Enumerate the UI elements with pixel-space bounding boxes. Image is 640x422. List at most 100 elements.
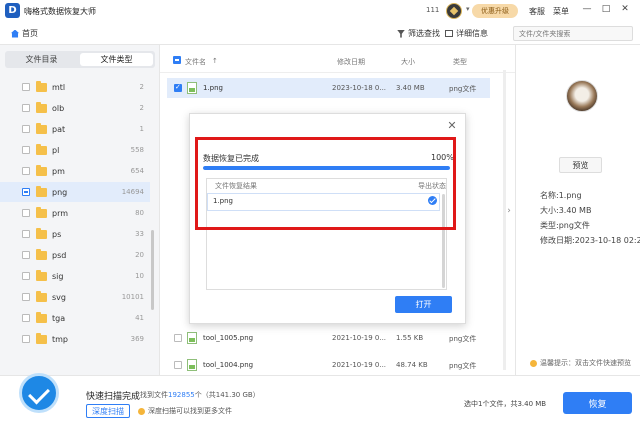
tree-count: 369 [130,335,144,343]
tree-count: 41 [135,314,144,322]
tree-checkbox[interactable] [22,230,30,238]
scan-status-title: 快速扫描完成 [86,392,141,402]
tree-label: pl [52,145,60,155]
tree-item-mtl[interactable]: mtl 2 [0,77,150,97]
folder-icon [36,311,47,323]
panel-tabs: 文件目录 文件类型 [5,51,155,68]
tree-checkbox[interactable] [22,167,30,175]
vip-badge-icon[interactable] [446,3,462,19]
tree-checkbox[interactable] [22,335,30,343]
maximize-button[interactable]: □ [600,4,612,14]
tree-checkbox[interactable] [22,104,30,112]
folder-icon [36,290,47,302]
tree-checkbox[interactable] [22,314,30,322]
folder-icon [36,206,47,218]
upgrade-button[interactable]: 优惠升级 [472,4,518,18]
preview-button[interactable]: 预览 [559,157,602,173]
folder-icon [36,269,47,281]
open-button[interactable]: 打开 [395,296,452,313]
detail-button[interactable]: 详细信息 [445,28,488,39]
tree-item-png[interactable]: png 14694 [0,182,150,202]
tree-label: tmp [52,334,69,344]
tree-label: mtl [52,82,66,92]
credit-count: 111 [426,6,440,14]
tree-count: 1 [139,125,144,133]
scan-stats: 找到文件192855个（共141.30 GB） [140,390,260,400]
tree-item-psd[interactable]: psd 20 [0,245,150,265]
tree-label: olb [52,103,65,113]
tree-checkbox[interactable] [22,125,30,133]
tree-item-olb[interactable]: olb 2 [0,98,150,118]
app-title: 嗨格式数据恢复大师 [24,7,96,16]
tree-label: tga [52,313,66,323]
tree-item-pm[interactable]: pm 654 [0,161,150,181]
bulb-icon [138,407,145,415]
found-count: 192855 [168,391,195,399]
minimize-button[interactable]: — [581,4,593,14]
preview-tip: 温馨提示：双击文件快速预览 [530,358,631,368]
tree-item-svg[interactable]: svg 10101 [0,287,150,307]
tree-count: 33 [135,230,144,238]
search-input[interactable] [519,30,619,38]
tree-item-sig[interactable]: sig 10 [0,266,150,286]
selection-status: 选中1个文件，共3.40 MB [464,400,547,408]
folder-icon [36,164,47,176]
menu-link[interactable]: 菜单 [553,6,569,17]
chevron-down-icon[interactable]: ▾ [466,5,470,13]
title-bar: D 嗨格式数据恢复大师 111 ▾ 优惠升级 客服 菜单 — □ ✕ [0,0,640,22]
meta-modified: 修改日期:2023-10-18 02:2... [540,236,640,245]
tree-count: 654 [130,167,144,175]
tree-item-ps[interactable]: ps 33 [0,224,150,244]
tab-file-type[interactable]: 文件类型 [80,53,153,66]
found-suffix: 个（共141.30 GB） [194,391,260,399]
tree-checkbox[interactable] [22,293,30,301]
check-circle-icon [19,373,59,413]
home-button[interactable]: 首页 [11,28,38,39]
folder-icon [36,227,47,239]
image-thumbnail [566,80,598,112]
tree-item-prm[interactable]: prm 80 [0,203,150,223]
annotation-frame [195,137,456,230]
tab-file-directory[interactable]: 文件目录 [5,51,78,68]
tree-count: 20 [135,251,144,259]
tree-count: 2 [139,83,144,91]
tree-label: psd [52,250,67,260]
tree-label: pat [52,124,66,134]
tip-text: 温馨提示：双击文件快速预览 [540,359,631,367]
recover-button[interactable]: 恢复 [563,392,632,414]
home-label: 首页 [22,29,38,38]
tree-checkbox[interactable] [22,272,30,280]
deep-scan-tip: 深度扫描可以找到更多文件 [138,406,232,416]
folder-icon [36,101,47,113]
tree-label: prm [52,208,69,218]
tree-label: sig [52,271,64,281]
tree-count: 14694 [121,188,144,196]
dialog-close-icon[interactable]: ✕ [446,120,458,132]
left-scrollbar[interactable] [151,230,154,310]
close-button[interactable]: ✕ [619,4,631,14]
tree-checkbox[interactable] [22,83,30,91]
tree-item-tga[interactable]: tga 41 [0,308,150,328]
meta-name: 名称:1.png [540,191,582,200]
bulb-icon [530,359,537,367]
filter-button[interactable]: 筛选查找 [397,28,440,39]
folder-icon [36,332,47,344]
tree-item-pat[interactable]: pat 1 [0,119,150,139]
tree-checkbox[interactable] [22,209,30,217]
folder-icon [36,248,47,260]
list-icon [445,30,453,37]
tree-checkbox[interactable] [22,251,30,259]
folder-icon [36,143,47,155]
tree-checkbox[interactable] [22,188,30,196]
home-icon [11,29,19,38]
folder-icon [36,80,47,92]
filter-icon [397,29,405,38]
tree-item-pl[interactable]: pl 558 [0,140,150,160]
tree-count: 2 [139,104,144,112]
tree-item-tmp[interactable]: tmp 369 [0,329,150,349]
tree-label: ps [52,229,62,239]
tree-checkbox[interactable] [22,146,30,154]
search-box[interactable] [513,26,633,41]
service-link[interactable]: 客服 [529,6,545,17]
deep-scan-button[interactable]: 深度扫描 [86,404,130,418]
